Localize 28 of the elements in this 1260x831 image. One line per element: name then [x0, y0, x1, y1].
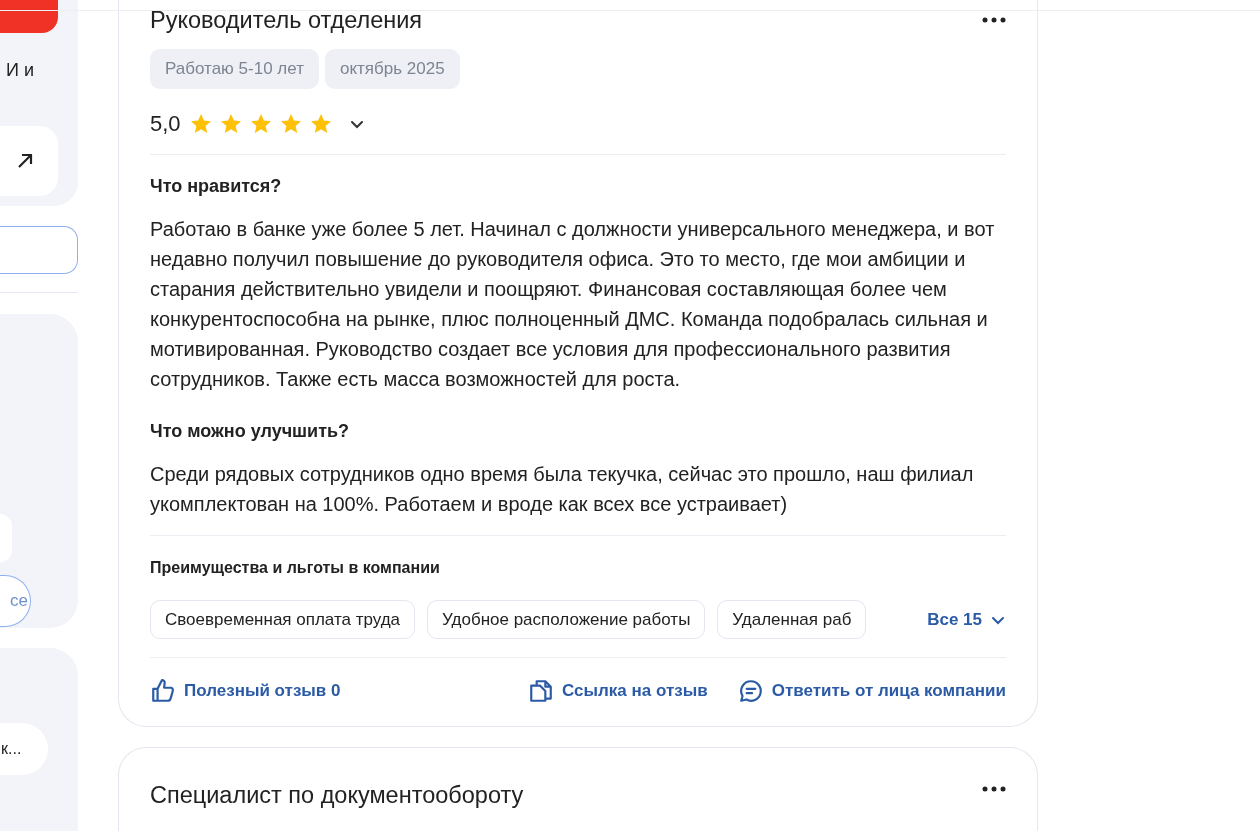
review-tag: Работаю 5-10 лет [150, 49, 319, 89]
all-benefits-button[interactable]: Все 15 [927, 606, 1006, 633]
benefit-chip: Своевременная оплата труда [150, 600, 416, 639]
like-action-button[interactable]: Полезный отзыв 0 [150, 678, 341, 704]
more-icon[interactable] [982, 17, 1006, 23]
link-action-button[interactable]: Ссылка на отзыв [528, 678, 708, 704]
rating-value: 5,0 [150, 110, 181, 138]
benefit-chip: Удобное расположение работы [427, 600, 706, 639]
copy-icon [528, 678, 555, 704]
arrow-up-right-icon [16, 152, 34, 170]
link-tile[interactable] [0, 126, 58, 196]
input-field[interactable] [0, 226, 78, 274]
tag-chip[interactable]: к... [0, 722, 48, 775]
review-text: Среди рядовых сотрудников одно время была текучка, сейчас это прошло, наш филиал укомплектован на 100%. Работаем и вроде как всех все устраивает) [150, 462, 975, 517]
benefit-chip: Удаленная раб [717, 600, 867, 639]
reply-action-button[interactable]: Ответить от лица компании [737, 678, 1006, 704]
chat-icon [737, 678, 764, 704]
more-icon[interactable] [982, 786, 1006, 792]
section-heading: Что можно улучшить? [150, 420, 351, 443]
review-text: Работаю в банке уже более 5 лет. Начинал с должности универсального менеджера, и вот недавно получил повышение до руководителя офиса. Это то место, где мои амбиции и старания действительно увидели и поощряют. Финансовая составляющая более чем конкурентоспособна на рынке, плюс полноценный ДМС. Команда подобралась сильная и мотивированная. Руководство создает все условия для профессионального развития сотрудников. Также есть масса возможностей для роста. [150, 217, 996, 392]
brand-banner [0, 0, 58, 33]
benefits-heading: Преимущества и льготы в компании [150, 558, 441, 578]
sidebar-text: И и [6, 59, 34, 82]
review-tag: октябрь 2025 [324, 49, 460, 89]
review-title: Специалист по документообороту [150, 781, 524, 810]
section-heading: Что нравится? [150, 175, 283, 198]
review-title: Руководитель отделения [150, 6, 423, 35]
thumbs-up-icon [150, 678, 176, 704]
